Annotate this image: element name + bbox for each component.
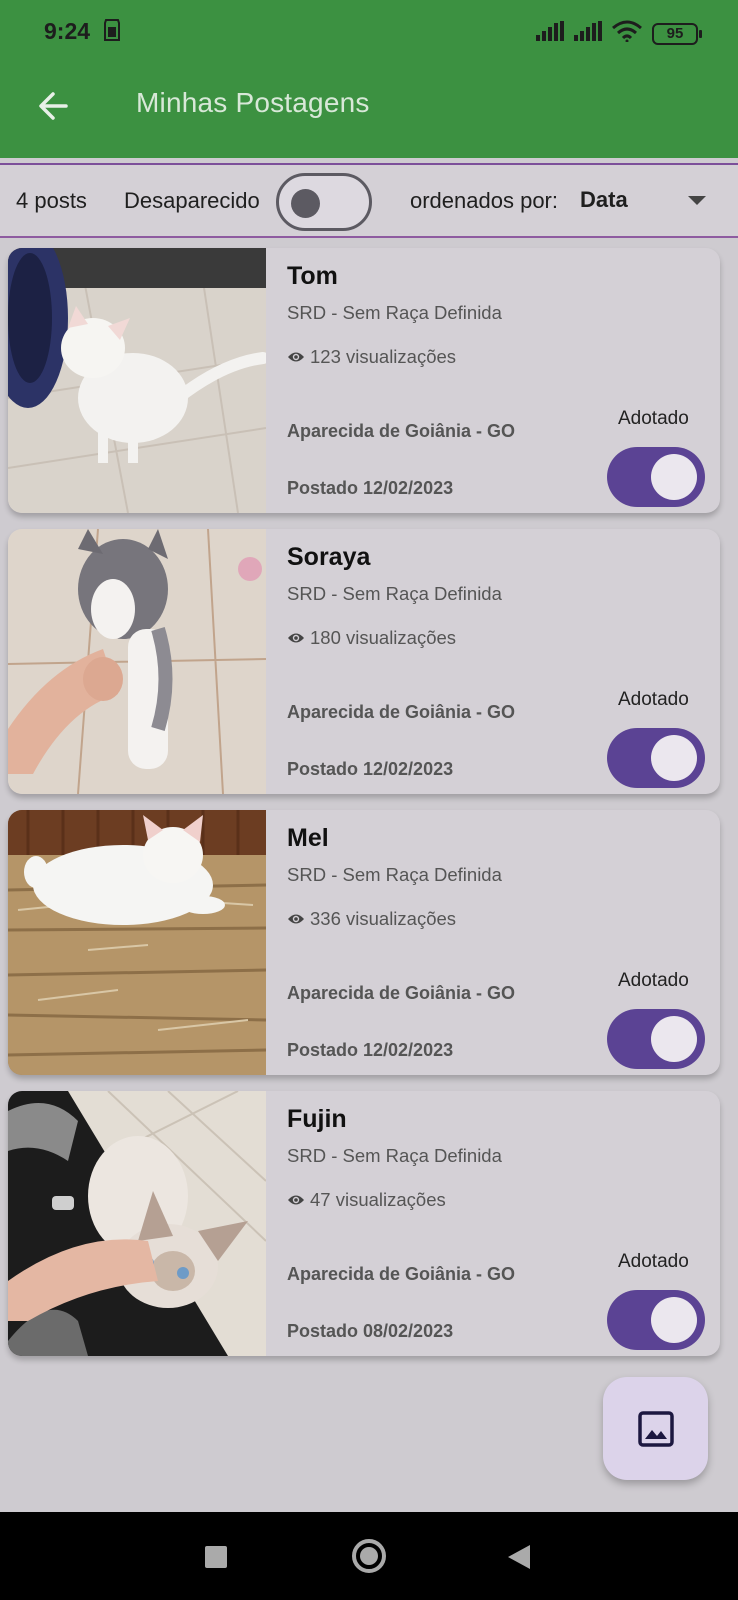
views-count: 47 visualizações bbox=[310, 1189, 446, 1210]
post-name: Fujin bbox=[287, 1105, 347, 1133]
adopted-label: Adotado bbox=[618, 689, 689, 710]
post-count: 4 posts bbox=[16, 188, 87, 213]
missing-filter-label: Desaparecido bbox=[124, 188, 260, 213]
adopted-label: Adotado bbox=[618, 970, 689, 991]
post-name: Soraya bbox=[287, 543, 371, 571]
post-card[interactable]: Tom SRD - Sem Raça Definida 123 visualiz… bbox=[8, 248, 720, 513]
post-views: 180 visualizações bbox=[287, 627, 456, 649]
post-breed: SRD - Sem Raça Definida bbox=[287, 1145, 502, 1166]
views-count: 180 visualizações bbox=[310, 627, 457, 648]
app-bar: 9:24 95 Minhas Postagens bbox=[0, 0, 738, 158]
post-card[interactable]: Soraya SRD - Sem Raça Definida 180 visua… bbox=[8, 529, 720, 794]
status-icons: 95 bbox=[536, 20, 702, 47]
adopted-toggle[interactable] bbox=[607, 728, 705, 788]
views-count: 336 visualizações bbox=[310, 908, 457, 929]
post-date: Postado 12/02/2023 bbox=[287, 759, 454, 779]
page-title: Minhas Postagens bbox=[136, 87, 370, 118]
signal-icon bbox=[536, 21, 564, 46]
toggle-knob bbox=[651, 454, 697, 500]
toggle-knob bbox=[291, 189, 320, 218]
adopted-label: Adotado bbox=[618, 1251, 689, 1272]
toggle-knob bbox=[651, 1297, 697, 1343]
nav-back-icon[interactable] bbox=[508, 1545, 530, 1569]
post-city: Aparecida de Goiânia - GO bbox=[287, 702, 516, 722]
wifi-icon bbox=[612, 20, 642, 47]
adopted-label: Adotado bbox=[618, 408, 689, 429]
eye-icon bbox=[288, 914, 304, 924]
post-city: Aparecida de Goiânia - GO bbox=[287, 421, 516, 441]
toggle-knob bbox=[651, 1016, 697, 1062]
eye-icon bbox=[288, 1195, 304, 1205]
toggle-knob bbox=[651, 735, 697, 781]
post-list: Tom SRD - Sem Raça Definida 123 visualiz… bbox=[8, 248, 720, 1372]
post-breed: SRD - Sem Raça Definida bbox=[287, 864, 502, 885]
signal-icon-2 bbox=[574, 21, 602, 46]
post-date: Postado 08/02/2023 bbox=[287, 1321, 454, 1341]
views-count: 123 visualizações bbox=[310, 346, 457, 367]
post-views: 123 visualizações bbox=[287, 346, 456, 368]
post-breed: SRD - Sem Raça Definida bbox=[287, 583, 502, 604]
sort-select[interactable]: Data bbox=[580, 187, 628, 213]
post-views: 47 visualizações bbox=[287, 1189, 446, 1211]
add-image-button[interactable] bbox=[603, 1377, 708, 1480]
post-name: Tom bbox=[287, 262, 338, 290]
screen: 9:24 95 Minhas Postagens 4 posts Desapar… bbox=[0, 0, 738, 1600]
recents-icon[interactable] bbox=[205, 1546, 227, 1568]
adopted-toggle[interactable] bbox=[607, 447, 705, 507]
missing-toggle[interactable] bbox=[276, 173, 372, 231]
post-date: Postado 12/02/2023 bbox=[287, 1040, 454, 1060]
home-icon[interactable] bbox=[352, 1539, 386, 1573]
adopted-toggle[interactable] bbox=[607, 1290, 705, 1350]
sort-label: ordenados por: bbox=[410, 188, 558, 213]
cat-photo bbox=[8, 1091, 266, 1356]
eye-icon bbox=[288, 352, 304, 362]
post-city: Aparecida de Goiânia - GO bbox=[287, 983, 516, 1003]
caret-down-icon[interactable] bbox=[688, 196, 706, 205]
cat-photo bbox=[8, 529, 266, 794]
post-card[interactable]: Mel SRD - Sem Raça Definida 336 visualiz… bbox=[8, 810, 720, 1075]
image-icon bbox=[637, 1410, 674, 1447]
post-breed: SRD - Sem Raça Definida bbox=[287, 302, 502, 323]
post-views: 336 visualizações bbox=[287, 908, 456, 930]
post-date: Postado 12/02/2023 bbox=[287, 478, 454, 498]
filter-bar: 4 posts Desaparecido ordenados por: Data bbox=[0, 165, 738, 238]
adopted-toggle[interactable] bbox=[607, 1009, 705, 1069]
cat-photo bbox=[8, 810, 266, 1075]
post-card[interactable]: Fujin SRD - Sem Raça Definida 47 visuali… bbox=[8, 1091, 720, 1356]
sim-card-icon bbox=[104, 19, 120, 46]
post-name: Mel bbox=[287, 824, 329, 852]
battery-icon: 95 bbox=[652, 22, 702, 45]
back-arrow-icon[interactable] bbox=[34, 86, 74, 126]
cat-photo bbox=[8, 248, 266, 513]
post-city: Aparecida de Goiânia - GO bbox=[287, 1264, 516, 1284]
eye-icon bbox=[288, 633, 304, 643]
status-time: 9:24 bbox=[44, 18, 91, 44]
